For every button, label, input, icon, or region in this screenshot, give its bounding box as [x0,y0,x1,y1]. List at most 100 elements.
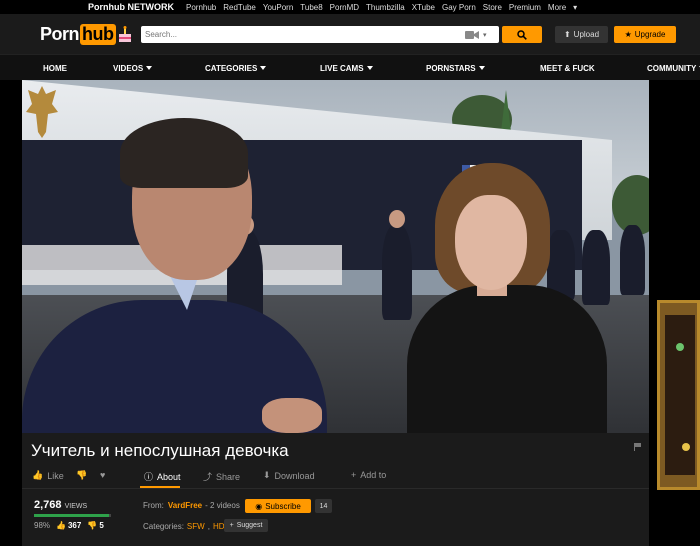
heart-icon: ♥ [100,470,106,480]
network-link-pornhub[interactable]: Pornhub [186,3,216,12]
suggest-label: Suggest [236,522,263,529]
views-number: 2,768 [34,499,62,511]
flag-report-icon[interactable] [634,443,642,451]
nav-videos[interactable]: VIDEOS [113,63,153,73]
network-link-premium[interactable]: Premium [509,3,541,12]
tab-add-to[interactable]: + Add to [351,470,386,480]
tab-share[interactable]: ⤴ Share [203,470,240,483]
side-ad-gem [682,443,690,451]
network-link-redtube[interactable]: RedTube [223,3,256,12]
network-brand[interactable]: Pornhub NETWORK [88,2,174,12]
share-icon: ⤴ [203,472,213,482]
video-title: Учитель и непослушная девочка [31,441,289,460]
thumbs-down-icon: 👎 [76,470,88,480]
site-header: Porn hub ▾ ⬆ Upload ★ Upgrade [0,14,700,54]
network-link-thumbzilla[interactable]: Thumbzilla [366,3,405,12]
category-link-sfw[interactable]: SFW [187,522,205,531]
nav-pornstars[interactable]: PORNSTARS [426,64,485,73]
nav-categories[interactable]: CATEGORIES [205,64,267,73]
side-ad-gem [676,343,684,351]
dislike-button[interactable]: 👎 [76,470,87,481]
network-link-xtube[interactable]: XTube [412,3,435,12]
network-link-more[interactable]: More [548,3,566,12]
network-link-tube8[interactable]: Tube8 [300,3,322,12]
network-link-gayporn[interactable]: Gay Porn [442,3,476,12]
subscribe-label: Subscribe [265,501,301,511]
search-dropdown-caret-icon[interactable]: ▾ [483,31,487,39]
uploader-link[interactable]: VardFree [168,501,202,510]
side-advertisement[interactable] [657,300,700,490]
upgrade-button[interactable]: ★ Upgrade [614,26,676,43]
star-icon: ★ [624,30,632,39]
like-button[interactable]: 👍 Like [32,470,64,481]
upload-arrow-icon: ⬆ [563,30,571,39]
suggest-button[interactable]: + Suggest [224,519,268,532]
main-nav: HOME VIDEOS CATEGORIES LIVE CAMS PORNSTA… [0,54,700,80]
video-player[interactable] [22,80,649,433]
about-label: About [157,471,181,482]
logo-text-left: Porn [40,23,80,44]
video-frame-person [620,225,645,295]
from-label: From: [143,501,164,510]
divider [22,488,649,489]
chevron-down-icon [366,66,373,70]
video-frame-person-head [389,210,405,228]
plus-icon: + [229,522,234,529]
download-label: Download [274,470,315,481]
add-to-label: Add to [360,470,387,480]
nav-home[interactable]: HOME [43,64,67,73]
rating-stats: 98% 👍 367 👎 5 [34,521,104,530]
nav-live-cams[interactable]: LIVE CAMS [320,64,373,73]
rating-bar-fill [34,514,110,517]
categories: Categories: SFW, HD [143,522,225,531]
tab-download[interactable]: ⬇ Download [263,470,315,481]
category-link-hd[interactable]: HD [213,522,225,531]
uploader-info: From: VardFree - 2 videos [143,501,240,510]
categories-label: Categories: [143,522,184,531]
view-count: 2,768 VIEWS [34,499,87,511]
network-link-store[interactable]: Store [483,3,502,12]
uploader-videos: - 2 videos [205,501,240,510]
video-frame-woman-body [407,285,607,433]
search-input[interactable] [141,30,461,39]
nav-live-cams-label: LIVE CAMS [320,63,364,73]
network-link-pornmd[interactable]: PornMD [330,3,359,12]
subscribe-button[interactable]: ◉ Subscribe [245,499,311,513]
nav-meet-fuck-label: MEET & FUCK [540,63,595,73]
network-link-youporn[interactable]: YouPorn [263,3,293,12]
plus-icon: + [351,470,357,480]
rating-bar [34,514,111,517]
upload-label: Upload [573,30,600,39]
down-votes: 👎 5 [87,521,103,530]
nav-community[interactable]: COMMUNITY [647,64,700,73]
video-frame-person [582,230,610,305]
thumbs-up-icon: 👍 [32,470,44,480]
rss-icon: ◉ [255,501,263,511]
search-icon [517,29,527,40]
site-logo[interactable]: Porn hub [40,22,132,46]
up-votes: 👍 367 [56,521,81,530]
search-button[interactable] [502,26,542,43]
chevron-down-icon [478,66,485,70]
thumbs-down-icon: 👎 [87,521,98,530]
like-label: Like [47,470,64,481]
nav-home-label: HOME [43,63,67,73]
rating-percent: 98% [34,521,51,530]
chevron-down-icon [146,66,153,70]
upload-button[interactable]: ⬆ Upload [555,26,608,43]
down-votes-count: 5 [99,521,104,530]
nav-meet-fuck[interactable]: MEET & FUCK [540,64,595,73]
nav-videos-label: VIDEOS [113,63,144,73]
favorite-button[interactable]: ♥ [100,470,105,480]
eagle-crest-icon [26,86,58,138]
tab-about[interactable]: ⓘ About [144,470,181,483]
webcam-icon[interactable] [461,29,483,41]
side-ad-panel [665,315,695,475]
more-caret-icon[interactable]: ▾ [573,3,577,12]
network-bar: Pornhub NETWORK Pornhub RedTube YouPorn … [0,0,700,14]
search-bar: ▾ [141,26,499,43]
chevron-down-icon [260,66,267,70]
video-info-panel: Учитель и непослушная девочка 👍 Like 👎 ♥… [22,433,649,546]
video-frame-man-hair [120,118,248,188]
up-votes-count: 367 [67,521,82,530]
